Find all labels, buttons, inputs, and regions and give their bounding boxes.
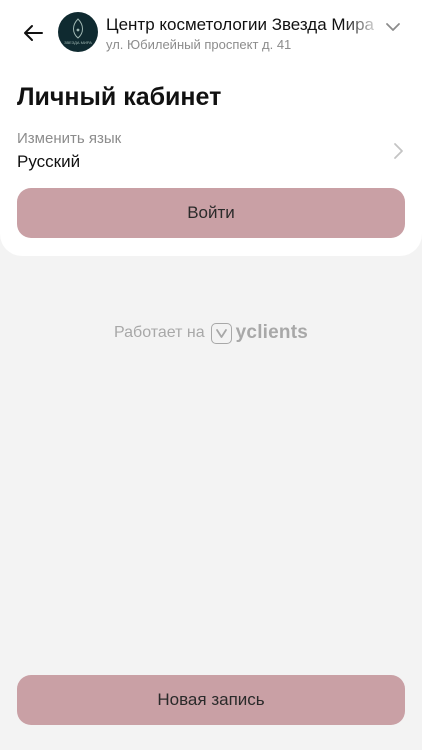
header: ЗВЕЗДА МИРА Центр косметологии Звезда Ми… bbox=[0, 0, 422, 66]
avatar-text: ЗВЕЗДА МИРА bbox=[64, 40, 92, 45]
salon-name[interactable]: Центр косметологии Звезда Мира bbox=[106, 15, 382, 35]
account-card: ЗВЕЗДА МИРА Центр косметологии Звезда Ми… bbox=[0, 0, 422, 256]
salon-avatar[interactable]: ЗВЕЗДА МИРА bbox=[58, 12, 98, 52]
yclients-brand: yclients bbox=[235, 322, 309, 343]
page: ЗВЕЗДА МИРА Центр косметологии Звезда Ми… bbox=[0, 0, 422, 750]
new-booking-button[interactable]: Новая запись bbox=[17, 675, 405, 725]
page-title: Личный кабинет bbox=[17, 83, 222, 111]
arrow-left-icon bbox=[24, 25, 43, 41]
salon-address: ул. Юбилейный проспект д. 41 bbox=[106, 37, 292, 52]
salon-dropdown-button[interactable] bbox=[384, 18, 402, 36]
change-language-row[interactable]: Изменить язык Русский bbox=[0, 126, 422, 176]
language-label: Изменить язык bbox=[17, 130, 122, 147]
chevron-right-icon bbox=[394, 143, 403, 159]
powered-by-text: Работает на bbox=[113, 324, 205, 341]
back-button[interactable] bbox=[18, 18, 48, 48]
chevron-down-icon bbox=[386, 23, 400, 31]
salon-logo-icon: ЗВЕЗДА МИРА bbox=[64, 18, 92, 45]
login-button[interactable]: Войти bbox=[17, 188, 405, 238]
language-value: Русский bbox=[17, 152, 81, 171]
yclients-logo-icon bbox=[210, 322, 232, 344]
powered-by[interactable]: Работает на yclients bbox=[0, 321, 422, 345]
